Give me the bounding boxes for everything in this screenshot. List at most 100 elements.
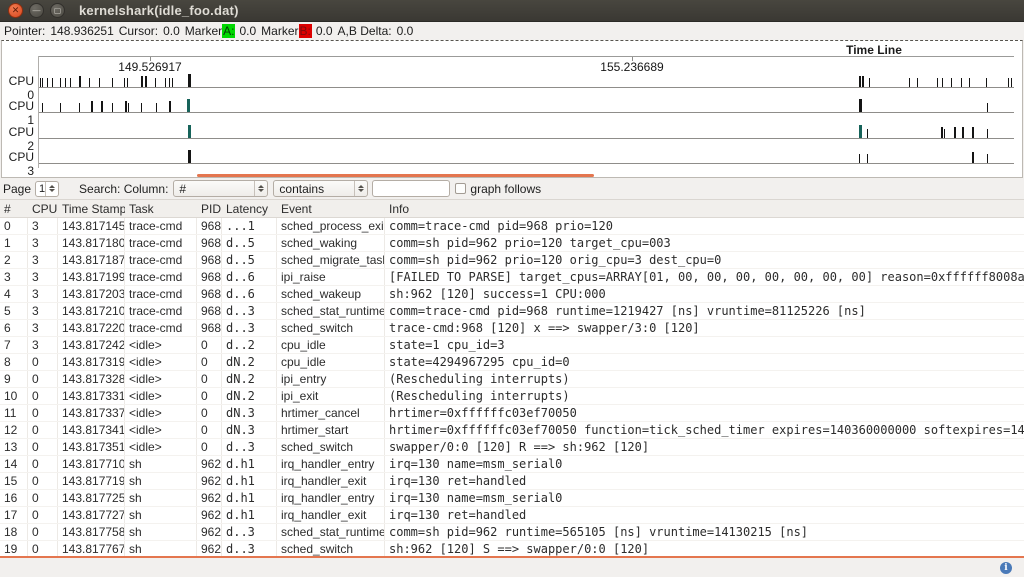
table-row[interactable]: 150143.817719sh962d.h1irq_handler_exitir… (0, 473, 1024, 490)
trace-event-tick[interactable] (937, 78, 938, 87)
trace-event-tick[interactable] (859, 154, 860, 163)
page-spinbox[interactable]: 1 (35, 181, 59, 197)
trace-event-tick[interactable] (987, 154, 988, 163)
trace-event-tick[interactable] (89, 78, 90, 87)
trace-event-tick[interactable] (941, 127, 943, 138)
trace-event-tick[interactable] (65, 78, 66, 87)
table-row[interactable]: 160143.817725sh962d.h1irq_handler_entryi… (0, 490, 1024, 507)
trace-event-tick[interactable] (127, 78, 128, 87)
trace-event-tick[interactable] (187, 99, 190, 112)
trace-event-tick[interactable] (954, 127, 956, 138)
trace-event-tick[interactable] (1008, 78, 1009, 87)
trace-event-tick[interactable] (112, 78, 113, 87)
trace-event-tick[interactable] (859, 76, 861, 87)
trace-event-tick[interactable] (47, 78, 48, 87)
table-row[interactable]: 90143.817328<idle>0dN.2ipi_entry(Resched… (0, 371, 1024, 388)
trace-event-tick[interactable] (942, 78, 943, 87)
trace-event-tick[interactable] (987, 129, 988, 138)
trace-event-tick[interactable] (917, 78, 918, 87)
trace-event-tick[interactable] (969, 78, 970, 87)
trace-event-tick[interactable] (99, 78, 100, 87)
trace-event-tick[interactable] (125, 101, 127, 112)
maximize-button[interactable]: ▢ (50, 3, 65, 18)
trace-event-tick[interactable] (42, 78, 43, 87)
trace-event-tick[interactable] (70, 78, 71, 87)
table-row[interactable]: 110143.817337<idle>0dN.3hrtimer_cancelhr… (0, 405, 1024, 422)
trace-event-tick[interactable] (987, 103, 988, 112)
column-header[interactable]: PID (197, 200, 222, 217)
trace-event-tick[interactable] (156, 103, 157, 112)
match-select[interactable]: contains (273, 180, 368, 197)
trace-event-tick[interactable] (867, 129, 868, 138)
trace-event-tick[interactable] (60, 103, 61, 112)
trace-event-tick[interactable] (79, 103, 80, 112)
column-header[interactable]: Task (125, 200, 197, 217)
column-header[interactable]: Time Stamp (58, 200, 125, 217)
table-row[interactable]: 33143.817199trace-cmd968d..6ipi_raise[FA… (0, 269, 1024, 286)
trace-event-tick[interactable] (145, 76, 147, 87)
table-row[interactable]: 180143.817758sh962d..3sched_stat_runtime… (0, 524, 1024, 541)
table-row[interactable]: 170143.817727sh962d.h1irq_handler_exitir… (0, 507, 1024, 524)
trace-event-tick[interactable] (155, 78, 156, 87)
trace-event-tick[interactable] (962, 127, 964, 138)
timeline-scrollbar-handle[interactable] (197, 174, 594, 177)
table-row[interactable]: 63143.817220trace-cmd968d..3sched_switch… (0, 320, 1024, 337)
column-header[interactable]: # (0, 200, 28, 217)
timeline-graph[interactable]: Time Line 149.526917155.236689CPU 0CPU 1… (1, 40, 1023, 178)
trace-event-tick[interactable] (859, 99, 862, 112)
trace-event-tick[interactable] (909, 78, 910, 87)
trace-event-tick[interactable] (112, 103, 113, 112)
trace-event-tick[interactable] (1011, 78, 1012, 87)
trace-event-tick[interactable] (869, 78, 870, 87)
trace-event-tick[interactable] (188, 125, 191, 138)
table-row[interactable]: 43143.817203trace-cmd968d..6sched_wakeup… (0, 286, 1024, 303)
trace-event-tick[interactable] (188, 150, 191, 163)
spinner-arrows-icon[interactable] (45, 182, 58, 196)
trace-event-tick[interactable] (862, 76, 864, 87)
trace-event-tick[interactable] (79, 76, 81, 87)
info-icon[interactable]: i (1000, 562, 1012, 574)
trace-event-tick[interactable] (42, 103, 43, 112)
search-input[interactable] (372, 180, 450, 197)
trace-event-tick[interactable] (165, 78, 166, 87)
trace-event-tick[interactable] (128, 103, 129, 112)
table-row[interactable]: 03143.817145trace-cmd968...1sched_proces… (0, 218, 1024, 235)
trace-event-tick[interactable] (944, 129, 945, 138)
trace-event-tick[interactable] (169, 101, 171, 112)
trace-event-tick[interactable] (52, 78, 53, 87)
trace-event-tick[interactable] (91, 101, 93, 112)
trace-event-tick[interactable] (124, 78, 125, 87)
trace-event-tick[interactable] (972, 152, 974, 163)
trace-event-tick[interactable] (986, 78, 987, 87)
table-row[interactable]: 53143.817210trace-cmd968d..3sched_stat_r… (0, 303, 1024, 320)
trace-event-tick[interactable] (40, 78, 41, 87)
trace-event-tick[interactable] (60, 78, 61, 87)
trace-event-tick[interactable] (101, 101, 103, 112)
trace-event-tick[interactable] (141, 76, 143, 87)
column-header[interactable]: Latency (222, 200, 277, 217)
trace-event-tick[interactable] (972, 127, 974, 138)
table-row[interactable]: 73143.817242<idle>0d..2cpu_idlestate=1 c… (0, 337, 1024, 354)
trace-event-tick[interactable] (867, 154, 868, 163)
table-row[interactable]: 100143.817331<idle>0dN.2ipi_exit(Resched… (0, 388, 1024, 405)
trace-event-tick[interactable] (141, 103, 142, 112)
trace-event-tick[interactable] (961, 78, 962, 87)
table-row[interactable]: 80143.817319<idle>0dN.2cpu_idlestate=429… (0, 354, 1024, 371)
minimize-button[interactable]: — (29, 3, 44, 18)
column-select[interactable]: # (173, 180, 268, 197)
trace-event-tick[interactable] (859, 125, 862, 138)
column-header[interactable]: CPU (28, 200, 58, 217)
trace-event-tick[interactable] (169, 78, 170, 87)
table-row[interactable]: 140143.817710sh962d.h1irq_handler_entryi… (0, 456, 1024, 473)
column-header[interactable]: Event (277, 200, 385, 217)
table-row[interactable]: 120143.817341<idle>0dN.3hrtimer_starthrt… (0, 422, 1024, 439)
table-row[interactable]: 23143.817187trace-cmd968d..5sched_migrat… (0, 252, 1024, 269)
table-row[interactable]: 130143.817351<idle>0d..3sched_switchswap… (0, 439, 1024, 456)
column-header[interactable]: Info (385, 200, 1024, 217)
trace-event-tick[interactable] (172, 78, 173, 87)
table-row[interactable]: 13143.817180trace-cmd968d..5sched_waking… (0, 235, 1024, 252)
trace-event-tick[interactable] (188, 74, 191, 87)
close-button[interactable]: ✕ (8, 3, 23, 18)
graph-follows-checkbox[interactable] (455, 183, 466, 194)
table-row[interactable]: 190143.817767sh962d..3sched_switchsh:962… (0, 541, 1024, 556)
